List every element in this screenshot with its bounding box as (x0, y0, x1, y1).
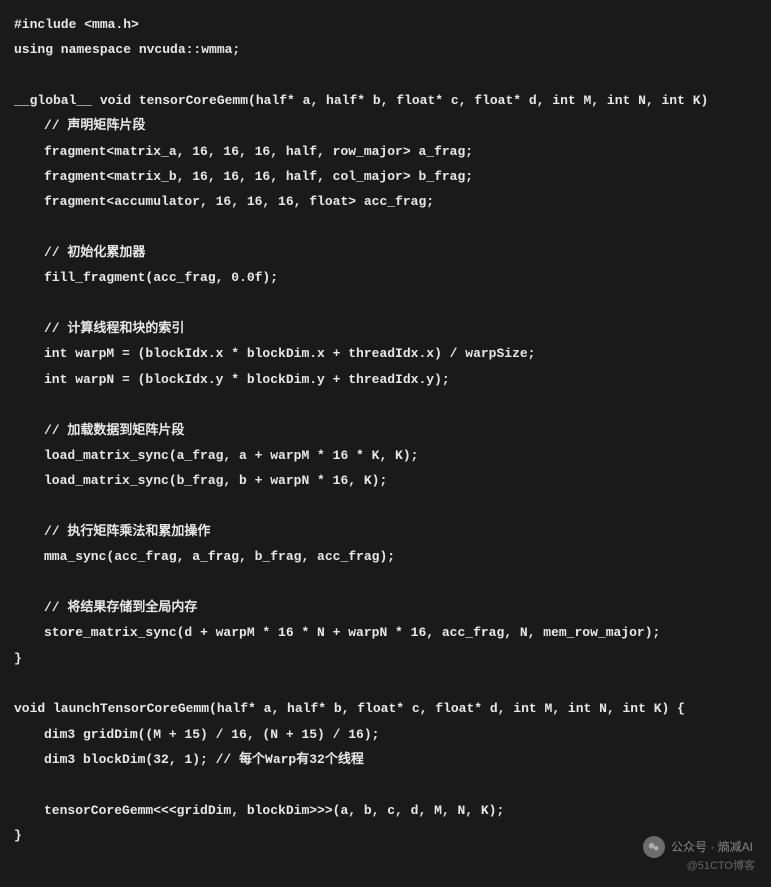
code-line: store_matrix_sync(d + warpM * 16 * N + w… (14, 620, 757, 645)
code-line: // 加载数据到矩阵片段 (14, 418, 757, 443)
code-line: fragment<accumulator, 16, 16, 16, float>… (14, 189, 757, 214)
code-line (14, 215, 757, 240)
code-line: fragment<matrix_b, 16, 16, 16, half, col… (14, 164, 757, 189)
code-line: fill_fragment(acc_frag, 0.0f); (14, 265, 757, 290)
wechat-icon (643, 836, 665, 858)
code-line (14, 570, 757, 595)
code-line: // 声明矩阵片段 (14, 113, 757, 138)
code-line: } (14, 646, 757, 671)
code-line: mma_sync(acc_frag, a_frag, b_frag, acc_f… (14, 544, 757, 569)
code-line: // 将结果存储到全局内存 (14, 595, 757, 620)
code-line: dim3 blockDim(32, 1); // 每个Warp有32个线程 (14, 747, 757, 772)
code-line (14, 671, 757, 696)
code-line: // 执行矩阵乘法和累加操作 (14, 519, 757, 544)
code-line (14, 772, 757, 797)
code-block: #include <mma.h>using namespace nvcuda::… (14, 12, 757, 848)
credit-text: @51CTO博客 (687, 856, 755, 877)
code-line (14, 63, 757, 88)
code-line: __global__ void tensorCoreGemm(half* a, … (14, 88, 757, 113)
code-line (14, 291, 757, 316)
code-line: #include <mma.h> (14, 12, 757, 37)
code-line: load_matrix_sync(b_frag, b + warpN * 16,… (14, 468, 757, 493)
code-line (14, 494, 757, 519)
code-line: void launchTensorCoreGemm(half* a, half*… (14, 696, 757, 721)
code-line: // 初始化累加器 (14, 240, 757, 265)
code-line: tensorCoreGemm<<<gridDim, blockDim>>>(a,… (14, 798, 757, 823)
code-line: dim3 gridDim((M + 15) / 16, (N + 15) / 1… (14, 722, 757, 747)
code-line: using namespace nvcuda::wmma; (14, 37, 757, 62)
code-line: int warpN = (blockIdx.y * blockDim.y + t… (14, 367, 757, 392)
code-line: int warpM = (blockIdx.x * blockDim.x + t… (14, 341, 757, 366)
code-line: load_matrix_sync(a_frag, a + warpM * 16 … (14, 443, 757, 468)
code-line: fragment<matrix_a, 16, 16, 16, half, row… (14, 139, 757, 164)
code-line: // 计算线程和块的索引 (14, 316, 757, 341)
code-line (14, 392, 757, 417)
